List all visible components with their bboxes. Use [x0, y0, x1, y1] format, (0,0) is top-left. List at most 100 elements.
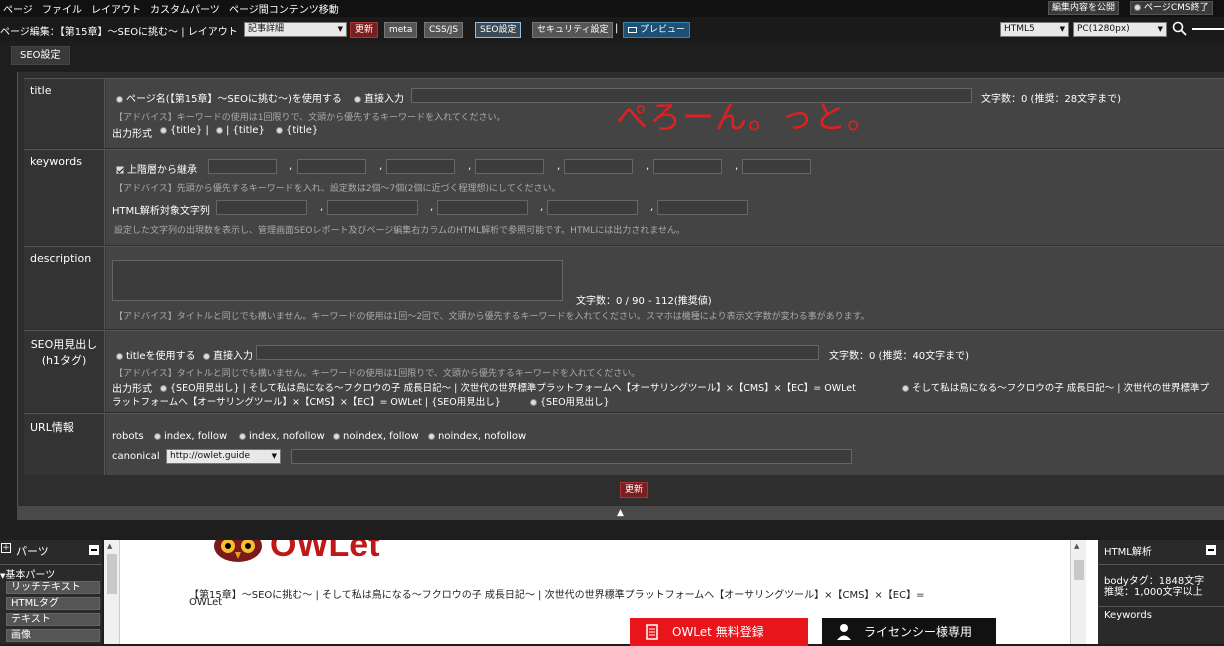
robots-option-4[interactable]: noindex, nofollow [428, 431, 526, 442]
keywords-advice: 【アドバイス】先頭から優先するキーワードを入れ、設定数は2個～7個(2個に近づく… [114, 184, 561, 194]
menu-layout[interactable]: レイアウト [91, 1, 141, 16]
preview-left-scrollbar[interactable]: ▲ [104, 540, 120, 644]
cssjs-button[interactable]: CSS/JS [424, 22, 464, 38]
keyword-input[interactable] [475, 159, 544, 174]
menu-custom-parts[interactable]: カスタムパーツ [150, 1, 220, 16]
cta-license-button[interactable]: ライセンシー様専用 [822, 618, 996, 646]
scroll-up-icon[interactable]: ▲ [107, 542, 112, 550]
canonical-label: canonical [112, 451, 160, 462]
body-tag-recommend: 推奨：1,000文字以上 [1104, 587, 1203, 598]
cta-register-button[interactable]: OWLet 無料登録 [630, 618, 808, 646]
scroll-thumb[interactable] [107, 554, 117, 594]
minimize-icon[interactable] [1206, 545, 1216, 555]
part-item[interactable]: テキスト [6, 613, 100, 626]
robots-option-1[interactable]: index, follow [154, 431, 227, 442]
meta-button[interactable]: meta [384, 22, 418, 38]
layout-select-value: 記事詳細 [248, 24, 285, 34]
part-item[interactable]: リッチテキスト [6, 581, 100, 594]
radio-icon [354, 95, 361, 103]
h1-row-label: SEO用見出し (h1タグ) [24, 331, 105, 412]
part-item[interactable]: 画像 [6, 629, 100, 642]
minimize-icon[interactable] [89, 545, 99, 555]
cta-register-label: OWLet 無料登録 [672, 625, 764, 639]
h1-format-option-2[interactable]: そして私は鳥になる～フクロウの子 成長日記～ | 次世代の世界標準プ [902, 380, 1209, 394]
chevron-down-icon: ▼ [337, 25, 343, 33]
html-analysis-input[interactable] [657, 200, 748, 215]
title-option-direct[interactable]: 直接入力 [354, 90, 404, 105]
menu-file[interactable]: ファイル [42, 1, 82, 16]
menu-page[interactable]: ページ [3, 1, 33, 16]
parts-group-basic-label: 基本パーツ [5, 570, 56, 581]
keyword-input[interactable] [297, 159, 366, 174]
h1-input[interactable] [256, 345, 819, 360]
breadcrumb-line2: OWLet [189, 597, 223, 608]
radio-icon [216, 126, 223, 134]
update-button[interactable]: 更新 [350, 22, 379, 38]
keyword-input[interactable] [742, 159, 811, 174]
title-format-option-1[interactable]: {title} | [160, 125, 209, 136]
html-analysis-input[interactable] [437, 200, 528, 215]
description-textarea[interactable] [112, 260, 563, 301]
title-format-option-3[interactable]: {title} [276, 125, 318, 136]
exit-cms-button[interactable]: ページCMS終了 [1130, 1, 1213, 15]
html-analysis-input[interactable] [327, 200, 418, 215]
title-format-option-2[interactable]: | {title} [216, 125, 265, 136]
html-analysis-note: 設定した文字列の出現数を表示し、管理画面SEOレポート及びページ編集右カラムのH… [114, 226, 685, 236]
title-row-label: title [24, 79, 105, 148]
zoom-search-icon[interactable] [1172, 21, 1188, 37]
exit-cms-label: ページCMS終了 [1144, 3, 1209, 13]
html-analysis-label: HTML解析対象文字列 [112, 206, 210, 217]
html-analysis-input[interactable] [547, 200, 638, 215]
doctype-select[interactable]: HTML5 ▼ [1000, 22, 1069, 37]
keyword-input[interactable] [564, 159, 633, 174]
title-format-option-1-label: {title} | [170, 125, 209, 136]
part-item[interactable]: HTMLタグ [6, 597, 100, 610]
html-analysis-input[interactable] [216, 200, 307, 215]
title-advice: 【アドバイス】キーワードの使用は1回限りで、文頭から優先するキーワードを入れてく… [114, 113, 506, 123]
publish-button[interactable]: 編集内容を公開 [1048, 1, 1120, 15]
plus-icon[interactable]: + [1, 543, 11, 553]
radio-icon [333, 432, 340, 440]
collapse-panel-toggle[interactable]: ▲ [17, 506, 1224, 520]
h1-advice: 【アドバイス】タイトルと同じでも構いません。キーワードの使用は1回限りで、文頭か… [114, 369, 641, 379]
description-row-label: description [24, 247, 105, 329]
menu-content-move[interactable]: ページ間コンテンツ移動 [229, 1, 339, 16]
parts-group-basic[interactable]: ▼基本パーツ [0, 566, 55, 581]
h1-option-title[interactable]: titleを使用する [116, 347, 196, 362]
scroll-thumb[interactable] [1074, 560, 1084, 580]
robots-option-2[interactable]: index, nofollow [239, 431, 325, 442]
zoom-slider[interactable] [1192, 28, 1224, 30]
layout-select[interactable]: 記事詳細 ▼ [244, 22, 347, 37]
title-format-option-3-label: {title} [286, 125, 319, 136]
toolbar-separator: | [615, 23, 619, 34]
annotation-text: ぺろーん。っと。 [616, 98, 881, 136]
update-bottom-button[interactable]: 更新 [620, 482, 649, 498]
radio-icon [428, 432, 435, 440]
keyword-input[interactable] [386, 159, 455, 174]
canonical-input[interactable] [291, 449, 852, 464]
keyword-input[interactable] [653, 159, 722, 174]
h1-format-option-1[interactable]: {SEO用見出し} | そして私は鳥になる～フクロウの子 成長日記～ | 次世代… [160, 380, 856, 394]
radio-icon [276, 126, 283, 134]
divider [0, 564, 102, 565]
toolbar: ページ編集：【第15章】～SEOに挑む～ | レイアウト 記事詳細 ▼ 更新 me… [0, 17, 1224, 41]
preview-right-scrollbar[interactable]: ▲ [1070, 540, 1086, 644]
device-select[interactable]: PC(1280px) ▼ [1073, 22, 1167, 37]
canonical-select[interactable]: http://owlet.guide ▼ [166, 449, 281, 464]
preview-button[interactable]: プレビュー [623, 22, 691, 38]
scroll-up-icon[interactable]: ▲ [1074, 542, 1079, 550]
chevron-down-icon: ▼ [271, 452, 277, 460]
radio-icon [154, 432, 161, 440]
h1-format-option-3[interactable]: {SEO用見出し} [530, 394, 610, 408]
h1-format-option-2-label-line1: そして私は鳥になる～フクロウの子 成長日記～ | 次世代の世界標準プ [912, 383, 1209, 394]
h1-option-direct[interactable]: 直接入力 [203, 347, 253, 362]
chevron-down-icon: ▼ [1059, 25, 1065, 33]
seo-settings-button[interactable]: SEO設定 [475, 22, 522, 38]
security-settings-button[interactable]: セキュリティ設定 [532, 22, 614, 38]
robots-option-3[interactable]: noindex, follow [333, 431, 419, 442]
tab-seo-settings[interactable]: SEO設定 [11, 46, 70, 65]
robots-label: robots [112, 431, 144, 442]
keywords-inherit-checkbox[interactable]: 上階層から継承 [116, 161, 197, 176]
keyword-input[interactable] [208, 159, 277, 174]
title-option-pagename[interactable]: ページ名(【第15章】～SEOに挑む～)を使用する [116, 90, 342, 105]
